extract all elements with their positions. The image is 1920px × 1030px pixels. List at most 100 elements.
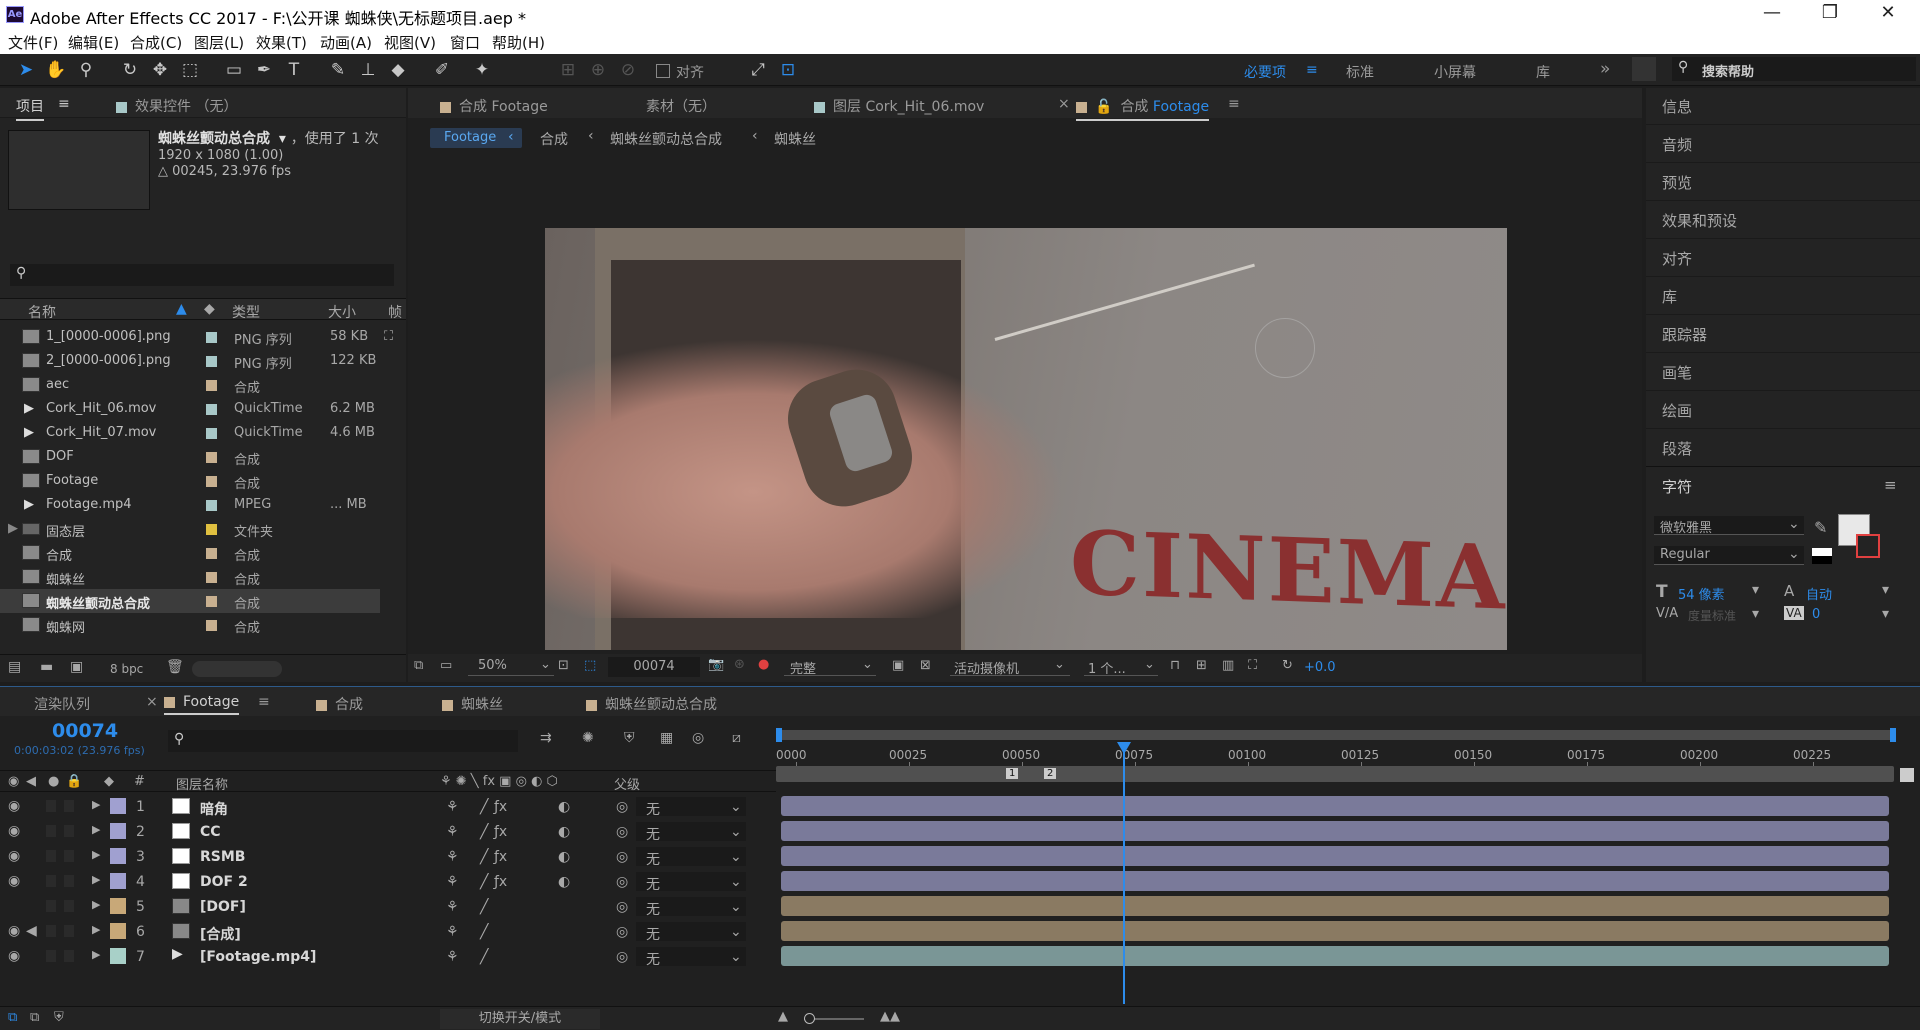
hand-tool-icon[interactable]: ✋ [44,58,68,82]
layer-label-swatch[interactable] [110,923,126,939]
workspace-small-screen[interactable]: 小屏幕 [1434,62,1476,82]
menu-animation[interactable]: 动画(A) [320,32,372,53]
layer-row[interactable]: ◉ ▶ 7 ▶ [Footage.mp4] ⚘ ╱ ◎ 无 ⌄ [0,944,1920,969]
project-menu-icon[interactable]: ≡ [58,96,70,112]
column-name[interactable]: 名称 [28,302,56,322]
layer-name[interactable]: CC [200,824,221,840]
font-family-select[interactable]: 微软雅黑 ⌄ [1654,516,1804,536]
layer-duration-bar[interactable] [781,871,1889,891]
shy-switch-icon[interactable]: ⚘ [446,924,459,940]
label-swatch[interactable] [206,524,217,535]
eye-icon[interactable]: ◉ [8,848,20,864]
expand-stretch-icon[interactable]: ⛨ [54,1010,64,1025]
layer-label-swatch[interactable] [110,898,126,914]
layer-name[interactable]: [Footage.mp4] [200,949,316,965]
help-search-input[interactable]: 搜索帮助 [1702,61,1754,80]
rectangle-tool-icon[interactable]: ▭ [222,58,246,82]
tab-effect-controls[interactable]: 效果控件 （无） [116,96,237,116]
zoom-out-icon[interactable]: ▲ [778,1009,788,1024]
comp-flowchart-icon[interactable]: ⊞ [1196,658,1207,673]
close-tab-icon[interactable]: × [1058,96,1070,112]
eye-icon[interactable]: ◉ [8,823,20,839]
expand-arrow-icon[interactable]: ▶ [92,873,100,886]
solo-toggle[interactable] [46,875,56,887]
pick-whip-icon[interactable]: ◎ [616,949,628,965]
tab-timeline-spider-silk[interactable]: 蜘蛛丝 [442,694,503,714]
work-area-bar[interactable] [776,730,1896,740]
world-axis-icon[interactable]: ⊕ [586,58,610,82]
font-size-value[interactable]: 54 像素 [1678,584,1725,603]
quality-switch-icon[interactable]: ╱ [480,949,488,965]
zoom-tool-icon[interactable]: ⚲ [74,58,98,82]
eye-icon[interactable]: ◉ [8,923,20,939]
pick-whip-icon[interactable]: ◎ [616,899,628,915]
lock-toggle[interactable] [64,800,74,812]
timeline-search-input[interactable]: ⚲ [168,730,518,752]
tab-project[interactable]: 项目 [16,96,44,121]
pick-whip-icon[interactable]: ◎ [616,799,628,815]
layer-label-swatch[interactable] [110,848,126,864]
layer-row[interactable]: ◉ ▶ 3 RSMB ⚘ ╱ ƒx ◐ ◎ 无 ⌄ [0,844,1920,869]
monitor-icon[interactable]: ▭ [440,658,452,673]
tab-comp-footage-active[interactable]: 🔓 合成 Footage [1076,96,1210,121]
timeline-menu-icon[interactable]: ≡ [258,694,270,710]
speaker-icon[interactable]: ◀ [26,923,37,939]
expand-arrow-icon[interactable]: ▶ [92,848,100,861]
solo-toggle[interactable] [46,800,56,812]
label-swatch[interactable] [206,500,217,511]
pick-whip-icon[interactable]: ◎ [616,874,628,890]
quality-switch-icon[interactable]: ╱ [480,924,488,940]
expand-layer-switches-icon[interactable]: ⧉ [8,1010,17,1025]
camera-select[interactable]: 活动摄像机 ⌄ [950,657,1070,677]
tab-layer-cork-hit[interactable]: 图层 Cork_Hit_06.mov [814,96,984,116]
view-axis-icon[interactable]: ⊘ [616,58,640,82]
fx-switch-icon[interactable]: ƒx [494,824,507,840]
shy-switch-icon[interactable]: ⚘ [446,849,459,865]
layer-duration-bar[interactable] [781,946,1889,966]
right-panel-item[interactable]: 跟踪器 [1662,324,1707,345]
right-panel-item[interactable]: 预览 [1662,172,1692,193]
label-swatch[interactable] [206,404,217,415]
graph-editor-icon[interactable]: ⧄ [732,730,741,746]
menu-file[interactable]: 文件(F) [8,32,58,53]
project-item[interactable]: ▶ Footage.mp4 MPEG ... MB [0,493,400,517]
type-tool-icon[interactable]: T [282,58,306,82]
eye-icon[interactable]: ◉ [8,798,20,814]
expand-arrow-icon[interactable]: ▶ [92,823,100,836]
lock-toggle[interactable] [64,925,74,937]
close-tab-icon[interactable]: × [146,694,158,710]
work-area-end-handle[interactable] [1890,728,1896,742]
sort-ascending-icon[interactable]: ▲ [176,301,187,317]
puppet-tool-icon[interactable]: ✦ [470,58,494,82]
label-column-icon[interactable]: ◆ [104,774,114,789]
roto-brush-tool-icon[interactable]: ✐ [430,58,454,82]
breadcrumb-spider-silk[interactable]: 蜘蛛丝 [774,129,816,149]
adjustment-switch-icon[interactable]: ◐ [558,849,570,865]
layer-name-column[interactable]: 图层名称 [176,774,228,793]
expand-arrow-icon[interactable]: ▶ [8,521,18,536]
label-swatch[interactable] [206,476,217,487]
zoom-select[interactable]: 50% ⌄ [468,657,554,676]
layer-row[interactable]: ◉ ▶ 2 CC ⚘ ╱ ƒx ◐ ◎ 无 ⌄ [0,819,1920,844]
zoom-marker-icon[interactable] [1900,768,1914,782]
sync-settings-icon[interactable] [1632,57,1656,81]
fx-switch-icon[interactable]: ƒx [494,849,507,865]
clone-stamp-tool-icon[interactable]: ⊥ [356,58,380,82]
lock-icon[interactable]: 🔓 [1095,99,1112,115]
label-swatch[interactable] [206,452,217,463]
pick-whip-icon[interactable]: ◎ [616,924,628,940]
layer-name[interactable]: 暗角 [200,799,228,819]
draft-3d-icon[interactable]: ✺ [582,730,594,746]
comp-mini-flowchart-icon[interactable]: ⇉ [540,730,552,746]
layer-name[interactable]: [DOF] [200,899,246,915]
menu-edit[interactable]: 编辑(E) [68,32,119,53]
expand-arrow-icon[interactable]: ▶ [92,798,100,811]
project-item[interactable]: 2_[0000-0006].png PNG 序列 122 KB [0,349,400,373]
flowchart-icon[interactable]: ⛶ [1248,658,1257,673]
solo-toggle[interactable] [46,825,56,837]
right-panel-item[interactable]: 效果和预设 [1662,210,1737,231]
tab-timeline-spider-silk-main[interactable]: 蜘蛛丝颤动总合成 [586,694,717,714]
chevron-down-icon[interactable]: ▾ [1882,606,1889,622]
eye-icon[interactable]: ◉ [8,948,20,964]
layer-duration-bar[interactable] [781,821,1889,841]
